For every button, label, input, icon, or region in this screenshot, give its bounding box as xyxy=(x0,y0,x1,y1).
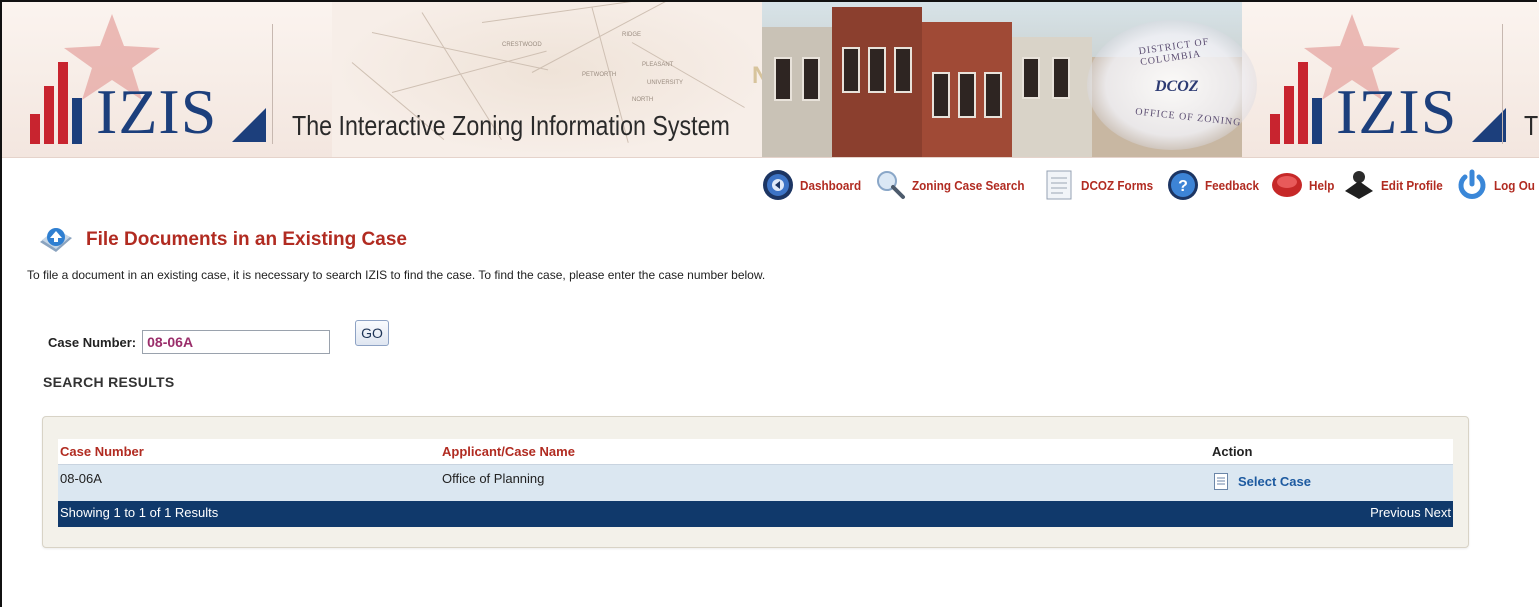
logo-corner-icon xyxy=(1472,108,1506,142)
column-header-case-number[interactable]: Case Number xyxy=(58,439,440,465)
logo-corner-icon xyxy=(232,108,266,142)
power-icon xyxy=(1458,169,1485,199)
results-panel: Case Number Applicant/Case Name Action 0… xyxy=(42,416,1469,548)
results-footer: Showing 1 to 1 of 1 Results Previous Nex… xyxy=(58,500,1453,527)
document-icon xyxy=(1214,473,1228,490)
next-page-link[interactable]: Next xyxy=(1424,505,1451,520)
banner-divider xyxy=(1502,24,1503,144)
izis-logo-repeat: IZIS xyxy=(1242,2,1507,157)
svg-text:?: ? xyxy=(1178,178,1188,195)
system-title-fragment: Tl xyxy=(1524,110,1539,141)
banner-divider xyxy=(272,24,273,144)
cell-applicant-name: Office of Planning xyxy=(440,464,1212,501)
help-buoy-icon xyxy=(1271,173,1302,197)
upload-document-icon xyxy=(40,228,72,252)
top-nav: Dashboard Zoning Case Search DCOZ Forms … xyxy=(756,168,1539,202)
dashboard-icon xyxy=(762,170,793,200)
nav-edit-profile[interactable]: Edit Profile xyxy=(1343,169,1450,201)
nav-label: Edit Profile xyxy=(1380,177,1443,193)
results-count: Showing 1 to 1 of 1 Results xyxy=(60,504,219,520)
nav-dashboard[interactable]: Dashboard xyxy=(762,169,868,201)
logo-wordmark: IZIS xyxy=(96,76,218,147)
select-case-link[interactable]: Select Case xyxy=(1214,473,1311,490)
nav-label: Log Ou xyxy=(1493,177,1535,193)
forms-icon xyxy=(1046,170,1072,200)
header-banner: RIDGE PLEASANT UNIVERSITY NORTH PETWORTH… xyxy=(2,2,1539,158)
nav-label: Help xyxy=(1308,177,1335,193)
logo-wordmark: IZIS xyxy=(1336,76,1458,147)
nav-label: Feedback xyxy=(1204,177,1259,193)
column-header-action: Action xyxy=(1212,439,1453,465)
nav-help[interactable]: Help xyxy=(1271,169,1337,201)
magnifier-icon xyxy=(876,171,905,199)
intro-text: To file a document in an existing case, … xyxy=(27,268,766,282)
nav-label: DCOZ Forms xyxy=(1080,177,1153,193)
system-title: The Interactive Zoning Information Syste… xyxy=(292,110,730,141)
go-button[interactable]: GO xyxy=(355,320,389,346)
izis-logo[interactable]: IZIS xyxy=(2,2,267,157)
logo-bars xyxy=(30,62,90,144)
nav-label: Zoning Case Search xyxy=(911,177,1025,193)
column-header-applicant[interactable]: Applicant/Case Name xyxy=(440,439,1212,465)
profile-icon xyxy=(1344,171,1373,199)
table-row: 08-06A Office of Planning Select Case xyxy=(58,464,1453,501)
search-results-heading: SEARCH RESULTS xyxy=(43,374,175,390)
pagination: Previous Next xyxy=(1370,505,1453,520)
page-title: File Documents in an Existing Case xyxy=(86,229,407,250)
logo-bars xyxy=(1270,62,1330,144)
previous-page-link[interactable]: Previous xyxy=(1370,505,1421,520)
results-table: Case Number Applicant/Case Name Action 0… xyxy=(58,439,1453,527)
question-icon: ? xyxy=(1167,170,1198,200)
cell-case-number: 08-06A xyxy=(58,464,440,501)
case-search-form: Case Number: GO xyxy=(48,320,389,354)
case-number-label: Case Number: xyxy=(48,334,137,350)
nav-label: Dashboard xyxy=(799,177,861,193)
case-number-input[interactable] xyxy=(142,330,331,354)
nav-zoning-case-search[interactable]: Zoning Case Search xyxy=(874,169,1037,201)
nav-feedback[interactable]: ? Feedback xyxy=(1167,169,1265,201)
nav-dcoz-forms[interactable]: DCOZ Forms xyxy=(1043,169,1161,201)
nav-log-out[interactable]: Log Ou xyxy=(1456,169,1539,201)
page-heading: File Documents in an Existing Case xyxy=(36,222,407,258)
dcoz-seal: DISTRICT OF COLUMBIA DCOZ OFFICE OF ZONI… xyxy=(1087,20,1257,150)
select-case-label: Select Case xyxy=(1238,474,1311,489)
